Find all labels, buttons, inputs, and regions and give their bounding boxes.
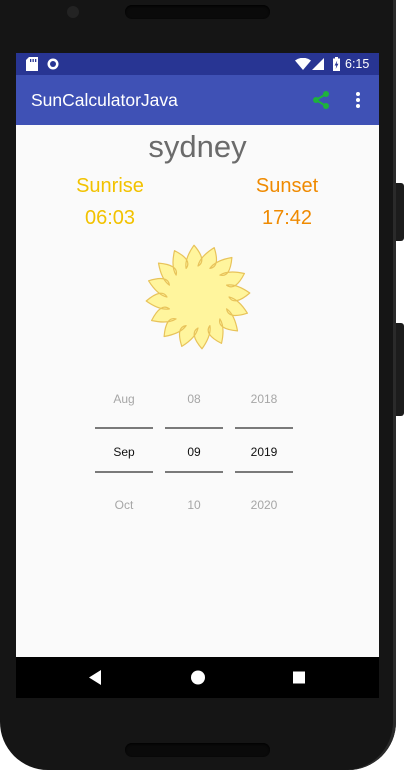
year-next[interactable]: 2020 bbox=[235, 498, 293, 512]
day-next[interactable]: 10 bbox=[165, 498, 223, 512]
recents-icon[interactable] bbox=[279, 657, 319, 698]
day-prev[interactable]: 08 bbox=[165, 392, 223, 406]
month-prev[interactable]: Aug bbox=[95, 392, 153, 406]
year-prev[interactable]: 2018 bbox=[235, 392, 293, 406]
year-selected[interactable]: 2019 bbox=[235, 445, 293, 459]
sync-circle-icon bbox=[47, 58, 59, 70]
screen: 6:15 SunCalculatorJava sydney Sunrise 06… bbox=[16, 53, 379, 698]
overflow-menu-icon[interactable] bbox=[355, 91, 361, 109]
main-content: sydney Sunrise 06:03 Sunset 17:42 Aug Se… bbox=[16, 125, 379, 657]
app-title: SunCalculatorJava bbox=[31, 90, 178, 110]
home-icon[interactable] bbox=[178, 657, 218, 698]
month-next[interactable]: Oct bbox=[95, 498, 153, 512]
status-bar: 6:15 bbox=[16, 53, 379, 75]
year-picker[interactable]: 2018 2019 2020 bbox=[235, 125, 293, 657]
volume-button bbox=[396, 323, 404, 416]
bottom-speaker bbox=[125, 743, 270, 757]
back-icon[interactable] bbox=[76, 657, 116, 698]
day-divider-top bbox=[165, 427, 223, 429]
status-time: 6:15 bbox=[345, 57, 370, 71]
month-selected[interactable]: Sep bbox=[95, 445, 153, 459]
month-divider-top bbox=[95, 427, 153, 429]
power-button bbox=[396, 183, 404, 241]
day-picker[interactable]: 08 09 10 bbox=[165, 125, 223, 657]
year-divider-top bbox=[235, 427, 293, 429]
sd-card-icon bbox=[26, 57, 38, 71]
month-divider-bottom bbox=[95, 471, 153, 473]
top-speaker bbox=[125, 5, 270, 19]
signal-icon bbox=[312, 58, 324, 70]
day-divider-bottom bbox=[165, 471, 223, 473]
app-bar: SunCalculatorJava bbox=[16, 75, 379, 125]
wifi-icon bbox=[295, 58, 311, 70]
navigation-bar bbox=[16, 657, 379, 698]
phone-body: 6:15 SunCalculatorJava sydney Sunrise 06… bbox=[0, 0, 396, 770]
share-icon[interactable] bbox=[311, 90, 331, 110]
front-camera bbox=[67, 6, 79, 18]
year-divider-bottom bbox=[235, 471, 293, 473]
device-frame: 6:15 SunCalculatorJava sydney Sunrise 06… bbox=[0, 0, 406, 770]
day-selected[interactable]: 09 bbox=[165, 445, 223, 459]
month-picker[interactable]: Aug Sep Oct bbox=[95, 125, 153, 657]
battery-icon bbox=[333, 57, 340, 71]
